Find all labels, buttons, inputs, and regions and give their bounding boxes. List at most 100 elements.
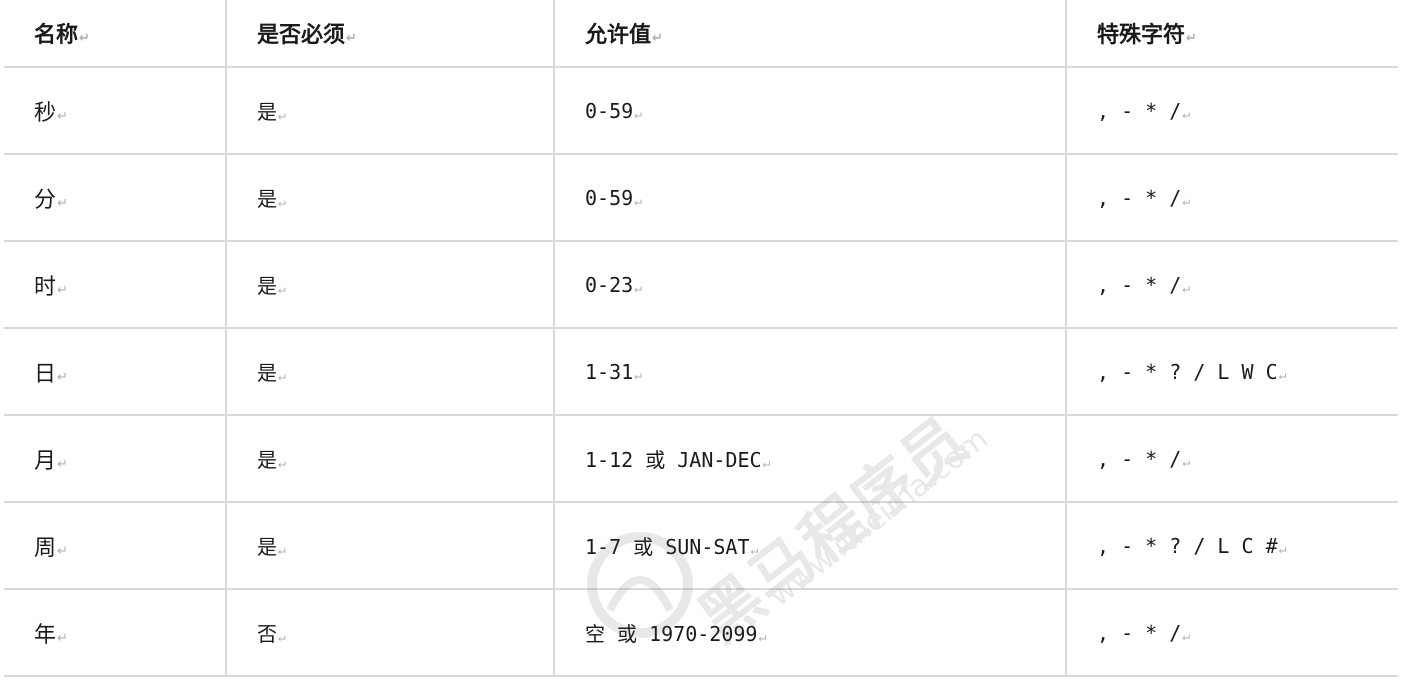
cell-mark: ↵ (750, 543, 759, 558)
header-required: 是否必须↵ (225, 0, 555, 68)
table-row: 年↵ 否↵ 空 或 1970-2099↵, - * /↵ (4, 588, 1398, 677)
field-allowed-values: 1-31↵ (553, 327, 1067, 416)
cell-mark: ↵ (634, 367, 642, 383)
cell-mark: ↵ (278, 108, 286, 123)
field-allowed-values: 0-23↵ (553, 240, 1067, 329)
cell-text: 0-23 (585, 272, 634, 297)
cell-mark: ↵ (1182, 280, 1191, 296)
cell-mark: ↵ (278, 195, 286, 210)
cell-mark: ↵ (57, 456, 68, 472)
cell-mark: ↵ (1278, 367, 1287, 383)
field-special-chars: , - * /↵ (1065, 153, 1398, 242)
cell-mark: ↵ (1186, 31, 1197, 46)
header-name: 名称↵ (4, 0, 227, 68)
cell-text: 秒 (34, 100, 57, 126)
cell-mark: ↵ (1182, 628, 1191, 644)
cell-mark: ↵ (634, 193, 642, 209)
cell-mark: ↵ (1278, 541, 1287, 557)
field-name: 周↵ (4, 501, 227, 590)
field-special-chars: , - * ? / L C #↵ (1065, 501, 1398, 590)
cell-mark: ↵ (278, 543, 286, 558)
cell-text: 分 (34, 187, 57, 213)
cell-text: 时 (34, 274, 57, 300)
table-row: 分↵ 是↵ 0-59↵, - * /↵ (4, 153, 1398, 242)
cell-text: , - * ? / L W C (1097, 359, 1278, 384)
field-required: 是↵ (225, 240, 555, 329)
cell-text: 是 (257, 361, 277, 385)
field-name: 日↵ (4, 327, 227, 416)
field-allowed-values: 1-12 或 JAN-DEC↵ (553, 414, 1067, 503)
field-name: 秒↵ (4, 66, 227, 155)
cell-text: 月 (34, 448, 57, 474)
cell-mark: ↵ (57, 108, 68, 124)
cell-text: 周 (34, 535, 57, 561)
table-header-row: 名称↵ 是否必须↵ 允许值↵ 特殊字符↵ (4, 0, 1398, 68)
cron-fields-table-wrap: 名称↵ 是否必须↵ 允许值↵ 特殊字符↵ 秒↵ 是↵ 0-59↵, - * /↵ 分↵… (4, 0, 1398, 678)
table-row: 周↵ 是↵ 1-7 或 SUN-SAT↵, - * ? / L C #↵ (4, 501, 1398, 590)
cell-text: 日 (34, 361, 57, 387)
field-special-chars: , - * /↵ (1065, 414, 1398, 503)
cell-mark: ↵ (1182, 106, 1191, 122)
cell-mark: ↵ (57, 369, 68, 385)
cell-text: 是 (257, 100, 277, 124)
field-allowed-values: 1-7 或 SUN-SAT↵ (553, 501, 1067, 590)
cell-mark: ↵ (79, 31, 90, 46)
cell-text: , - * / (1097, 446, 1182, 471)
cell-text: 是 (257, 535, 277, 559)
cell-mark: ↵ (1182, 454, 1191, 470)
field-special-chars: , - * /↵ (1065, 240, 1398, 329)
cell-mark: ↵ (57, 630, 68, 646)
cell-text: 否 (257, 622, 277, 646)
header-special-chars: 特殊字符↵ (1065, 0, 1398, 68)
table-row: 秒↵ 是↵ 0-59↵, - * /↵ (4, 66, 1398, 155)
field-special-chars: , - * /↵ (1065, 66, 1398, 155)
field-required: 是↵ (225, 66, 555, 155)
cell-text: 空 或 1970-2099 (585, 622, 758, 646)
field-required: 是↵ (225, 414, 555, 503)
cell-mark: ↵ (57, 282, 68, 298)
cell-mark: ↵ (278, 456, 286, 471)
cell-text: , - * / (1097, 185, 1182, 210)
cell-text: , - * / (1097, 98, 1182, 123)
cell-text: 1-7 或 SUN-SAT (585, 535, 750, 559)
cell-text: , - * / (1097, 620, 1182, 645)
cell-mark: ↵ (652, 31, 663, 46)
cell-text: 1-31 (585, 359, 634, 384)
field-allowed-values: 空 或 1970-2099↵ (553, 588, 1067, 677)
field-name: 年↵ (4, 588, 227, 677)
cell-text: , - * / (1097, 272, 1182, 297)
field-required: 否↵ (225, 588, 555, 677)
table-row: 日↵ 是↵ 1-31↵, - * ? / L W C↵ (4, 327, 1398, 416)
cell-text: 是 (257, 187, 277, 211)
cell-mark: ↵ (57, 195, 68, 211)
cell-text: 年 (34, 622, 57, 648)
field-required: 是↵ (225, 153, 555, 242)
field-allowed-values: 0-59↵ (553, 153, 1067, 242)
cell-text: 是 (257, 448, 277, 472)
field-required: 是↵ (225, 327, 555, 416)
cell-text: 1-12 或 JAN-DEC (585, 448, 762, 472)
header-allowed-values: 允许值↵ (553, 0, 1067, 68)
table-row: 时↵ 是↵ 0-23↵, - * /↵ (4, 240, 1398, 329)
cron-fields-table: 名称↵ 是否必须↵ 允许值↵ 特殊字符↵ 秒↵ 是↵ 0-59↵, - * /↵ 分↵… (4, 0, 1398, 677)
field-name: 分↵ (4, 153, 227, 242)
field-special-chars: , - * /↵ (1065, 588, 1398, 677)
cell-mark: ↵ (634, 280, 642, 296)
cell-mark: ↵ (758, 630, 767, 645)
field-name: 月↵ (4, 414, 227, 503)
cell-mark: ↵ (278, 282, 286, 297)
table-body: 秒↵ 是↵ 0-59↵, - * /↵ 分↵ 是↵ 0-59↵, - * /↵ 时↵ 是↵ 0-… (4, 66, 1398, 677)
field-allowed-values: 0-59↵ (553, 66, 1067, 155)
table-row: 月↵ 是↵ 1-12 或 JAN-DEC↵, - * /↵ (4, 414, 1398, 503)
cell-mark: ↵ (57, 543, 68, 559)
cell-mark: ↵ (634, 106, 642, 122)
cell-text: 0-59 (585, 185, 634, 210)
field-name: 时↵ (4, 240, 227, 329)
cell-mark: ↵ (278, 369, 286, 384)
cell-mark: ↵ (1182, 193, 1191, 209)
cell-mark: ↵ (278, 630, 286, 645)
cell-text: 是 (257, 274, 277, 298)
cell-mark: ↵ (346, 31, 357, 46)
cell-text: , - * ? / L C # (1097, 533, 1278, 558)
cell-text: 0-59 (585, 98, 634, 123)
